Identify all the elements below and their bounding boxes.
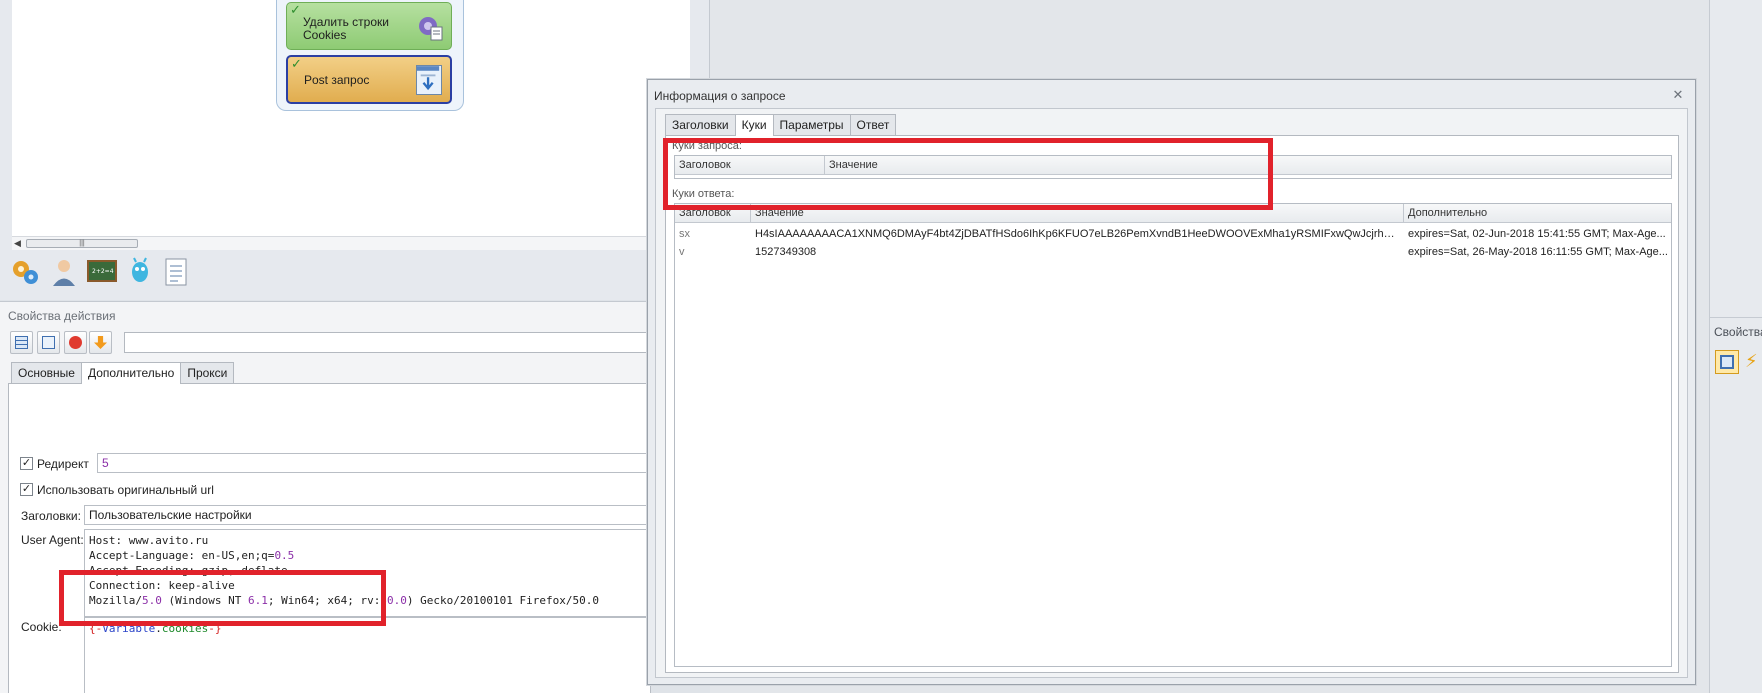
redirect-label: Редирект (37, 457, 89, 471)
original-url-checkbox[interactable]: ✓ (20, 483, 33, 496)
redirect-field[interactable]: 5 (97, 453, 651, 473)
scroll-thumb[interactable]: ||| (26, 239, 138, 248)
right-properties-title: Свойства (1714, 325, 1762, 339)
right-side-panel: ⚡ (1709, 0, 1762, 693)
lightning-icon[interactable]: ⚡ (1745, 350, 1758, 372)
cookie-name-cell: v (679, 246, 685, 258)
headers-select[interactable]: Пользовательские настройки (84, 505, 651, 525)
tab-proxy[interactable]: Прокси (180, 362, 235, 383)
tab-response[interactable]: Ответ (849, 114, 897, 135)
response-cookies-grid[interactable]: Заголовок Значение Дополнительно sx H4sI… (674, 203, 1672, 667)
panel-title: Свойства действия (8, 309, 116, 323)
gears-icon[interactable] (10, 257, 42, 287)
delete-cookies-block[interactable]: ✓ Удалить строки Cookies (286, 2, 452, 50)
alien-icon[interactable] (124, 257, 156, 287)
stop-icon[interactable] (64, 331, 87, 354)
dialog-title: Информация о запросе (654, 89, 786, 103)
document-list-icon[interactable] (160, 257, 192, 287)
properties-search-input[interactable] (124, 332, 660, 353)
tab-advanced[interactable]: Дополнительно (80, 362, 182, 384)
user-agent-label: User Agent: (21, 533, 84, 547)
original-url-label: Использовать оригинальный url (37, 483, 214, 497)
divider (1709, 317, 1762, 318)
properties-tabs: Основные Дополнительно Прокси (11, 362, 235, 384)
workflow-canvas[interactable]: ✓ Удалить строки Cookies ✓ Post запрос (12, 0, 690, 236)
svg-text:2+2=4: 2+2=4 (92, 268, 114, 275)
block-group: ✓ Удалить строки Cookies ✓ Post запрос (276, 0, 464, 111)
redirect-checkbox[interactable]: ✓ (20, 457, 33, 470)
cookie-extra-cell: expires=Sat, 02-Jun-2018 15:41:55 GMT; M… (1408, 228, 1666, 240)
post-request-block[interactable]: ✓ Post запрос (286, 55, 452, 104)
tab-cookies[interactable]: Куки (734, 114, 774, 136)
horizontal-scrollbar[interactable]: ◀ ||| (12, 236, 690, 250)
request-cookies-highlight-box (663, 138, 1273, 210)
cookie-value-cell: 1527349308 (755, 246, 817, 258)
tab-basic[interactable]: Основные (11, 362, 82, 383)
properties-tab-content: ✓ Редирект 5 ✓ Использовать оригинальный… (8, 383, 651, 693)
arrow-down-icon[interactable] (89, 331, 112, 354)
scroll-left-icon[interactable]: ◀ (14, 238, 21, 249)
download-window-icon (416, 65, 442, 95)
workflow-pane: ✓ Удалить строки Cookies ✓ Post запрос ◀… (0, 0, 710, 300)
column-header-extra[interactable]: Дополнительно (1404, 204, 1671, 223)
cookies-tab-content: Куки запроса: Заголовок Значение Куки от… (665, 135, 1679, 673)
cookie-label: Cookie: (21, 620, 62, 634)
gear-document-icon (419, 17, 443, 41)
cookie-value-cell: H4sIAAAAAAAACA1XNMQ6DMAyF4bt4ZjDBATfHSdo… (755, 228, 1404, 240)
cookie-textarea[interactable]: {-Variable.cookies-} (84, 617, 651, 693)
import-icon[interactable] (37, 331, 60, 354)
tab-parameters[interactable]: Параметры (772, 114, 851, 135)
chalkboard-icon[interactable]: 2+2=4 (86, 257, 118, 287)
dialog-tabs: Заголовки Куки Параметры Ответ (665, 114, 897, 136)
properties-toolbar (10, 330, 660, 356)
close-icon[interactable]: ✕ (1671, 88, 1685, 102)
user-agent-line: Accept-Language: en-US,en;q=0.5 (89, 549, 295, 562)
workflow-toolbar: 2+2=4 (10, 253, 210, 291)
user-agent-line: Host: www.avito.ru (89, 534, 209, 547)
block-label: Удалить строки Cookies (303, 15, 389, 42)
action-properties-panel: Свойства действия Основные Дополнительно… (0, 301, 660, 693)
cookie-name-cell: sx (679, 228, 690, 240)
headers-label: Заголовки: (21, 509, 81, 523)
block-label: Post запрос (304, 73, 370, 87)
tab-headers[interactable]: Заголовки (665, 114, 736, 135)
cookie-extra-cell: expires=Sat, 26-May-2018 16:11:55 GMT; M… (1408, 246, 1668, 258)
cookie-highlight-box (59, 570, 386, 626)
table-icon[interactable] (10, 331, 33, 354)
user-icon[interactable] (48, 257, 80, 287)
checkmark-icon: ✓ (290, 2, 301, 17)
checkmark-icon: ✓ (291, 56, 302, 71)
panel-icon[interactable] (1715, 350, 1739, 374)
